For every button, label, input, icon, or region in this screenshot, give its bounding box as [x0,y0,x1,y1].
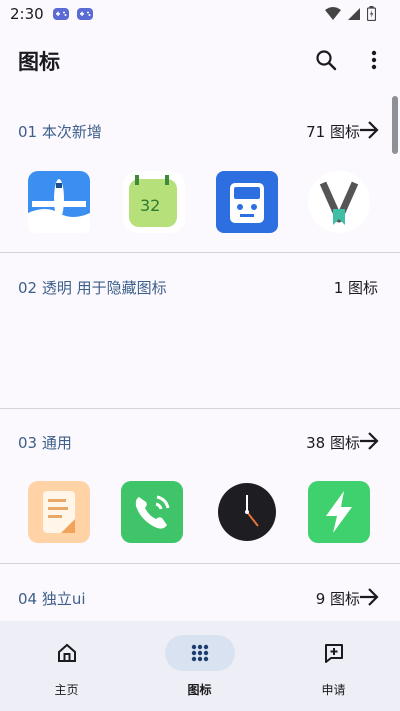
airplane-icon[interactable] [26,169,92,235]
nav-label: 主页 [54,683,79,697]
nav-item-request[interactable]: 申请 [267,621,400,711]
status-indicators [325,6,376,21]
wifi-icon [325,6,341,20]
nav-pill [32,635,102,671]
icon-preview-row [0,479,400,545]
status-bar: 2:30 [0,0,400,28]
nav-label: 申请 [321,683,346,697]
section-header[interactable]: 02 透明 用于隐藏图标 1 图标 [0,265,400,309]
home-icon [57,643,76,662]
gamepad-icon [76,8,93,20]
signal-icon [348,7,360,20]
calendar-icon[interactable]: 32 [121,169,187,235]
arrow-forward-icon[interactable] [358,586,380,608]
icon-category-section[interactable]: 02 透明 用于隐藏图标 1 图标 [0,265,400,409]
section-header[interactable]: 01 本次新增 71 图标 [0,109,400,153]
gamepad-icon [52,8,69,20]
svg-text:32: 32 [140,196,160,215]
section-title: 01 本次新增 [18,122,102,141]
section-title: 03 通用 [18,433,72,452]
section-title: 04 独立ui [18,589,86,608]
section-count: 38 图标 [306,433,360,452]
search-icon [316,50,337,71]
section-count: 1 图标 [333,278,378,297]
nav-pill [164,635,235,671]
section-title: 02 透明 用于隐藏图标 [18,278,167,297]
grid-icon [191,644,208,662]
notes-icon[interactable] [26,479,92,545]
bolt-icon[interactable] [306,479,372,545]
bus-icon[interactable] [214,169,280,235]
nav-item-home[interactable]: 主页 [0,621,133,711]
clock-icon[interactable] [214,479,280,545]
bottom-navigation: 主页 图标 申请 [0,621,400,711]
search-button[interactable] [314,48,338,72]
v-bookmark-icon[interactable] [306,169,372,235]
icon-preview-row: 32 [0,169,400,235]
section-header[interactable]: 04 独立ui 9 图标 [0,576,400,620]
arrow-forward-icon[interactable] [358,119,380,141]
section-count: 71 图标 [306,122,360,141]
arrow-forward-icon[interactable] [358,430,380,452]
section-count: 9 图标 [315,589,360,608]
more-vert-icon [371,50,377,70]
nav-item-icons[interactable]: 图标 [133,621,266,711]
icon-category-section[interactable]: 04 独立ui 9 图标 [0,576,400,621]
nav-pill [299,635,369,671]
add-comment-icon [324,644,343,663]
section-header[interactable]: 03 通用 38 图标 [0,420,400,464]
icon-category-section[interactable]: 01 本次新增 71 图标 32 [0,109,400,253]
page-title: 图标 [18,50,60,74]
nav-label: 图标 [187,683,212,697]
icon-category-section[interactable]: 03 通用 38 图标 [0,420,400,564]
more-options-button[interactable] [362,48,386,72]
phone-icon[interactable] [119,479,185,545]
battery-icon [367,6,376,21]
top-app-bar: 图标 [0,28,400,94]
status-time: 2:30 [10,5,44,23]
